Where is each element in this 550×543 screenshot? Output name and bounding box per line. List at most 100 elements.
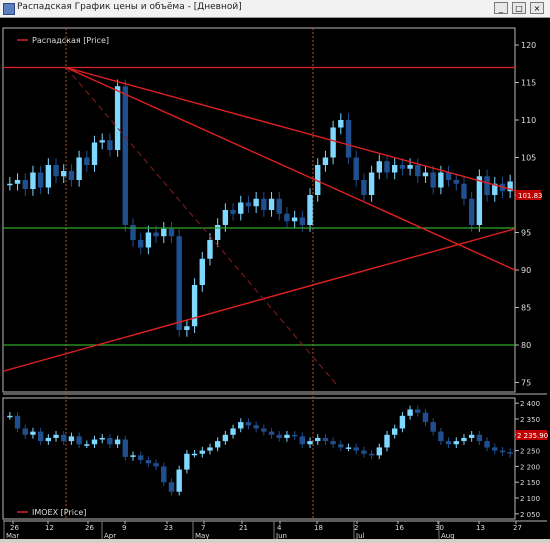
bottom-y-axis: 2 4002 3502 3002 2502 2002 1502 1002 050 bbox=[515, 400, 540, 519]
imoex-candle-body bbox=[461, 437, 467, 442]
imoex-candle-body bbox=[122, 439, 128, 457]
bottom-y-tick-label: 2 200 bbox=[520, 463, 540, 471]
top-legend-label: Распадская [Price] bbox=[32, 36, 109, 45]
imoex-candle-body bbox=[261, 428, 267, 432]
imoex-candle-body bbox=[430, 422, 436, 432]
price-candle-body bbox=[284, 213, 290, 222]
price-candle-body bbox=[407, 165, 413, 169]
price-candle-body bbox=[453, 180, 459, 184]
imoex-candle-body bbox=[453, 441, 459, 445]
top-y-tick-label: 80 bbox=[521, 341, 531, 350]
imoex-candle-body bbox=[268, 431, 275, 435]
imoex-candle-body bbox=[7, 415, 13, 418]
imoex-candle-body bbox=[107, 437, 113, 445]
bottom-candles bbox=[7, 405, 513, 496]
imoex-candle-body bbox=[422, 412, 429, 423]
x-axis: 261226923721418216301327MarAprMayJunJulA… bbox=[3, 521, 522, 540]
imoex-candle-body bbox=[222, 434, 229, 442]
imoex-candle-body bbox=[22, 428, 28, 435]
price-candle-body bbox=[245, 202, 252, 207]
imoex-candle-body bbox=[338, 444, 344, 448]
x-month-label: Jul bbox=[355, 532, 365, 539]
imoex-candle-body bbox=[376, 447, 382, 456]
imoex-candle-body bbox=[392, 428, 398, 435]
x-day-label: 18 bbox=[314, 524, 323, 532]
price-candle-body bbox=[30, 172, 36, 189]
imoex-candle-body bbox=[30, 431, 36, 435]
x-day-label: 9 bbox=[122, 524, 126, 532]
top-panel-frame bbox=[2, 27, 516, 393]
top-y-tick-label: 75 bbox=[521, 379, 531, 388]
price-candle-body bbox=[22, 180, 28, 189]
bottom-y-tick-label: 2 400 bbox=[520, 400, 540, 408]
minimize-button[interactable]: _ bbox=[494, 2, 508, 14]
bottom-y-tick-label: 2 100 bbox=[520, 495, 540, 503]
imoex-candle-body bbox=[284, 434, 290, 438]
imoex-candle-body bbox=[161, 466, 167, 483]
price-candle-body bbox=[222, 210, 229, 225]
top-lines bbox=[2, 66, 516, 387]
window-title: Распадская График цены и объёма - [Дневн… bbox=[17, 2, 242, 12]
price-candle-body bbox=[415, 165, 421, 177]
price-candle-body bbox=[84, 157, 90, 165]
imoex-candle-body bbox=[199, 450, 205, 454]
imoex-candle-body bbox=[484, 441, 490, 448]
imoex-candle-body bbox=[99, 437, 105, 440]
price-candle-body bbox=[238, 202, 244, 214]
bottom-y-tick-label: 2 350 bbox=[520, 416, 540, 424]
imoex-candle-body bbox=[492, 447, 498, 451]
price-candle-body bbox=[76, 157, 82, 180]
top-y-tick-label: 110 bbox=[521, 116, 536, 125]
chart-svg[interactable]: 1201151101051009590858075 2 4002 3502 30… bbox=[0, 18, 550, 540]
imoex-candle-body bbox=[245, 422, 252, 426]
close-button[interactable]: × bbox=[530, 2, 544, 14]
chart-area[interactable]: 1201151101051009590858075 2 4002 3502 30… bbox=[0, 18, 550, 540]
price-candle-body bbox=[53, 165, 59, 177]
price-candle-body bbox=[114, 86, 121, 150]
imoex-candle-body bbox=[168, 482, 175, 492]
window-titlebar: Распадская График цены и объёма - [Дневн… bbox=[0, 0, 550, 18]
price-candle-body bbox=[130, 225, 136, 240]
imoex-candle-body bbox=[368, 453, 375, 456]
price-candle-body bbox=[392, 165, 398, 173]
x-month-label: Jun bbox=[275, 532, 287, 539]
imoex-candle-body bbox=[37, 431, 44, 442]
price-candle-body bbox=[299, 217, 306, 225]
imoex-candle-body bbox=[438, 431, 444, 442]
imoex-candle-body bbox=[476, 434, 483, 442]
price-candle-body bbox=[191, 285, 198, 327]
maximize-button[interactable]: □ bbox=[512, 2, 526, 14]
x-month-label: Mar bbox=[6, 532, 19, 539]
price-candle-body bbox=[153, 232, 159, 237]
price-candle-body bbox=[322, 157, 329, 165]
price-candle-body bbox=[484, 176, 490, 195]
imoex-candle-body bbox=[507, 452, 513, 454]
price-candle-body bbox=[276, 198, 282, 214]
price-candle-body bbox=[268, 198, 275, 210]
imoex-candle-body bbox=[84, 444, 90, 446]
imoex-candle-body bbox=[130, 455, 136, 457]
price-candle-body bbox=[161, 228, 167, 237]
imoex-candle-body bbox=[191, 453, 198, 456]
price-candle-body bbox=[145, 232, 152, 248]
imoex-candle-body bbox=[445, 441, 452, 445]
imoex-candle-body bbox=[322, 437, 329, 442]
imoex-candle-body bbox=[253, 425, 259, 429]
price-candle-body bbox=[122, 86, 128, 225]
price-candle-body bbox=[291, 217, 298, 222]
imoex-candle-body bbox=[184, 453, 190, 470]
bottom-y-tick-label: 2 250 bbox=[520, 448, 540, 456]
x-day-label: 21 bbox=[239, 524, 248, 532]
imoex-candle-body bbox=[299, 436, 306, 445]
imoex-candle-body bbox=[330, 441, 336, 445]
top-y-tick-label: 95 bbox=[521, 229, 531, 238]
x-day-label: 27 bbox=[513, 524, 522, 532]
imoex-candle-body bbox=[76, 436, 82, 445]
price-candle-body bbox=[422, 172, 429, 177]
imoex-candle-body bbox=[145, 460, 152, 464]
price-candle-body bbox=[14, 180, 21, 184]
price-candle-body bbox=[107, 140, 113, 150]
top-y-axis: 1201151101051009590858075 bbox=[515, 41, 536, 388]
bottom-value-tag: 2 235.90 bbox=[517, 432, 548, 440]
price-candle-body bbox=[438, 172, 444, 188]
